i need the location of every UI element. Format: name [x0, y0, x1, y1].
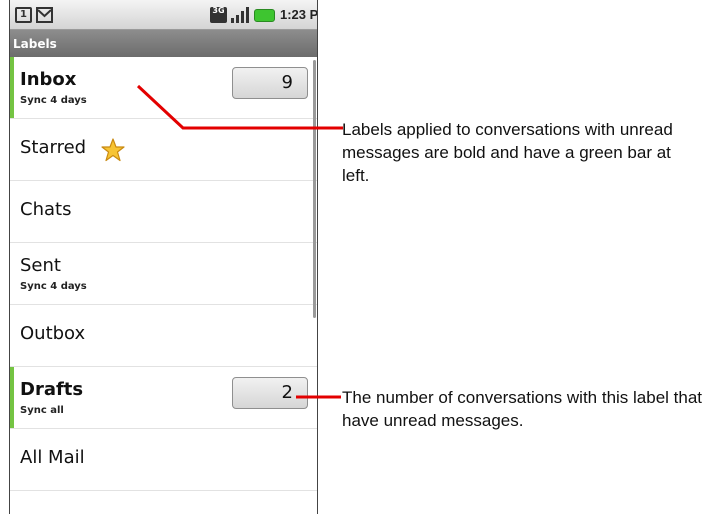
- annotation-unread-count: The number of conversations with this la…: [342, 388, 703, 430]
- annotation-bold-labels: Labels applied to conversations with unr…: [342, 120, 673, 185]
- callout-lines: [136, 84, 343, 399]
- callout-line-bold-labels: [136, 84, 343, 130]
